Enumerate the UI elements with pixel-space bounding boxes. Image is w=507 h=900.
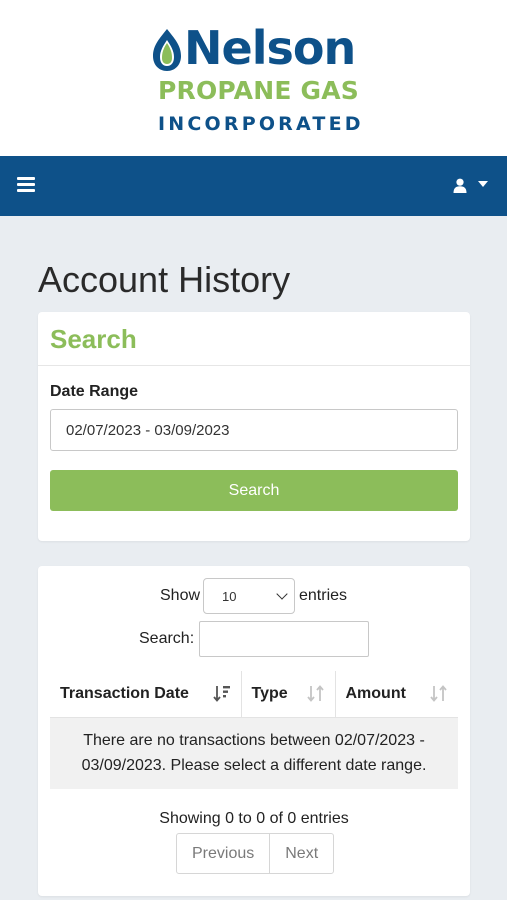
entries-select[interactable]: 10 xyxy=(203,578,295,614)
next-page-button[interactable]: Next xyxy=(270,834,333,873)
table-info: Showing 0 to 0 of 0 entries xyxy=(159,810,349,827)
entries-select-value: 10 xyxy=(222,589,237,604)
top-navbar xyxy=(0,156,507,216)
user-icon xyxy=(453,178,467,193)
search-card: Search Date Range Search xyxy=(38,312,470,541)
hamburger-icon[interactable] xyxy=(17,177,35,193)
brand-line-incorporated: INCORPORATED xyxy=(158,113,364,135)
search-button[interactable]: Search xyxy=(50,470,458,511)
entries-length-control: Show 10 entries xyxy=(38,578,470,614)
flame-icon xyxy=(153,29,181,71)
transactions-card: Show 10 entries Search: Transaction Date xyxy=(38,566,470,896)
table-row-empty: There are no transactions between 02/07/… xyxy=(50,717,458,789)
chevron-down-icon xyxy=(276,588,288,600)
empty-table-message: There are no transactions between 02/07/… xyxy=(50,717,458,789)
user-menu-button[interactable] xyxy=(453,176,489,196)
date-range-input[interactable] xyxy=(50,409,458,451)
column-label: Transaction Date xyxy=(60,684,189,702)
column-header-type[interactable]: Type xyxy=(241,671,336,718)
company-logo[interactable]: Nelson PROPANE GAS INCORPORATED xyxy=(150,21,361,142)
caret-down-icon xyxy=(478,181,488,187)
sort-both-icon xyxy=(306,685,324,702)
page-title: Account History xyxy=(38,259,291,300)
pagination: Previous Next xyxy=(176,833,335,874)
previous-page-button[interactable]: Previous xyxy=(177,834,271,873)
show-label: Show xyxy=(160,587,201,604)
logo-header: Nelson PROPANE GAS INCORPORATED xyxy=(0,0,507,156)
table-search-label: Search: xyxy=(139,630,195,647)
transactions-table: Transaction Date Type Amount There are n… xyxy=(50,671,458,789)
search-card-title: Search xyxy=(50,324,137,354)
column-label: Type xyxy=(251,684,288,702)
column-label: Amount xyxy=(345,684,406,702)
brand-name: Nelson xyxy=(184,21,356,75)
sort-descending-icon xyxy=(212,686,230,702)
search-card-header: Search xyxy=(38,312,470,366)
column-header-amount[interactable]: Amount xyxy=(335,671,458,718)
table-search-input[interactable] xyxy=(199,621,369,657)
entries-label: entries xyxy=(299,587,348,604)
brand-line-propane: PROPANE GAS xyxy=(158,76,359,105)
column-header-transaction-date[interactable]: Transaction Date xyxy=(50,671,242,718)
sort-both-icon xyxy=(430,685,447,702)
date-range-label: Date Range xyxy=(50,383,139,400)
